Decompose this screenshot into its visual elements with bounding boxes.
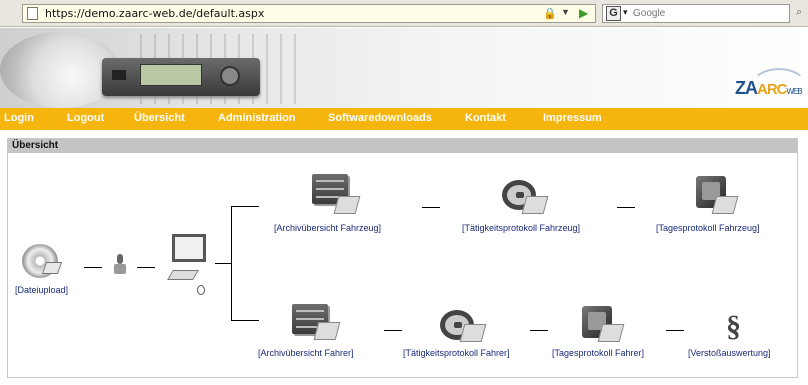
nav-uebersicht[interactable]: Übersicht	[134, 112, 185, 124]
search-input[interactable]	[633, 7, 783, 20]
bracket-bottom-line	[231, 320, 259, 321]
connector-line	[617, 207, 635, 208]
connector-line	[530, 330, 548, 331]
nav-kontakt[interactable]: Kontakt	[465, 112, 506, 124]
logo-za: ZA	[735, 78, 758, 98]
connector-line	[384, 330, 402, 331]
main-navigation: Login Logout Übersicht Administration So…	[0, 108, 808, 130]
mouse-icon	[197, 285, 205, 295]
page-icon	[27, 7, 38, 20]
link-dateiupload[interactable]: [Dateiupload]	[15, 285, 68, 295]
zaarc-logo: ZAARCWEB	[735, 78, 803, 99]
bracket-vertical-line	[231, 206, 232, 320]
nav-softwaredownloads[interactable]: Softwaredownloads	[328, 112, 432, 124]
page-title: Übersicht	[12, 140, 59, 151]
connector-line	[215, 263, 231, 264]
chevron-down-icon[interactable]: ▼	[561, 7, 570, 17]
connector-line	[666, 330, 684, 331]
link-tagesprotokoll-fahrzeug[interactable]: [Tagesprotokoll Fahrzeug]	[656, 223, 760, 233]
link-taetigkeitsprotokoll-fahrer[interactable]: [Tätigkeitsprotokoll Fahrer]	[403, 348, 510, 358]
connector-line	[137, 267, 155, 268]
link-taetigkeitsprotokoll-fahrzeug[interactable]: [Tätigkeitsprotokoll Fahrzeug]	[462, 223, 580, 233]
go-icon[interactable]: ▶	[579, 6, 588, 20]
browser-toolbar: https://demo.zaarc-web.de/default.aspx 🔒…	[0, 0, 808, 27]
url-text[interactable]: https://demo.zaarc-web.de/default.aspx	[45, 7, 264, 20]
device-display	[140, 64, 202, 86]
usb-stick-icon	[114, 254, 126, 276]
search-engine-dropdown-icon[interactable]: ▾	[623, 7, 628, 18]
panel-header: Übersicht	[8, 139, 797, 153]
nav-logout[interactable]: Logout	[67, 112, 104, 124]
nav-login[interactable]: Login	[4, 112, 34, 124]
device-knob	[220, 66, 240, 86]
link-archivuebersicht-fahrzeug[interactable]: [Archivübersicht Fahrzeug]	[274, 223, 381, 233]
nav-administration[interactable]: Administration	[218, 112, 296, 124]
link-archivuebersicht-fahrer[interactable]: [Archivübersicht Fahrer]	[258, 348, 354, 358]
link-verstossauswertung[interactable]: [Verstoßauswertung]	[688, 348, 771, 358]
nav-impressum[interactable]: Impressum	[543, 112, 602, 124]
google-icon[interactable]: G	[606, 6, 621, 21]
connector-line	[422, 207, 440, 208]
logo-arc: ARC	[757, 81, 787, 98]
header-banner: ZAARCWEB	[0, 28, 808, 108]
logo-web: WEB	[786, 87, 803, 96]
connector-line	[84, 267, 102, 268]
magnifier-icon[interactable]: ⌕	[796, 6, 802, 19]
link-tagesprotokoll-fahrer[interactable]: [Tagesprotokoll Fahrer]	[552, 348, 644, 358]
search-box[interactable]: G ▾	[602, 4, 790, 23]
bracket-top-line	[231, 206, 259, 207]
address-bar[interactable]: https://demo.zaarc-web.de/default.aspx 🔒…	[22, 4, 596, 23]
lock-icon[interactable]: 🔒	[543, 7, 557, 20]
tachograph-device-image	[102, 58, 260, 96]
device-button	[112, 70, 126, 80]
computer-monitor-icon	[172, 234, 206, 262]
paragraph-icon[interactable]: §	[726, 312, 741, 342]
